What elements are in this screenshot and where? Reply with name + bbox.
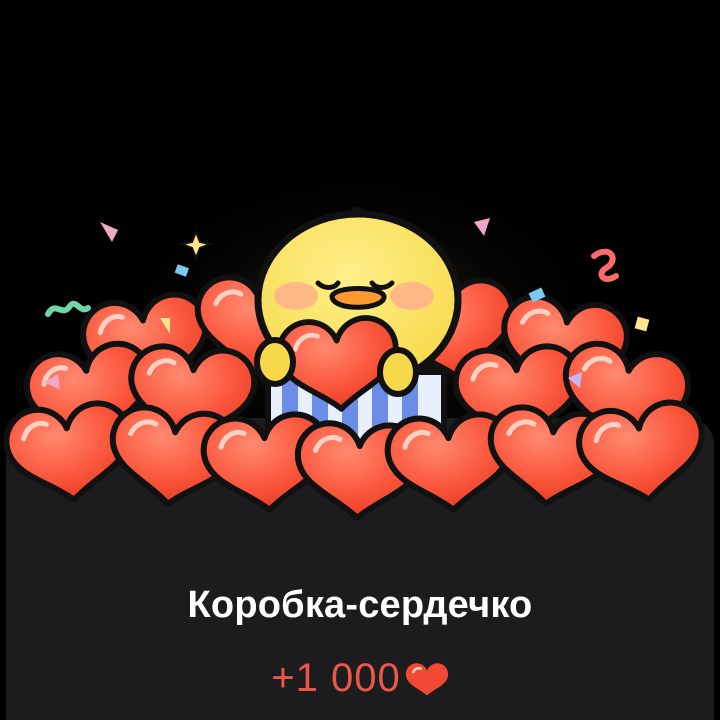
heart-front-7 (575, 398, 710, 508)
gift-price-row: +1 000 (0, 656, 720, 701)
gift-price: +1 000 (271, 656, 401, 700)
duck-left-paw (254, 337, 296, 387)
gift-sticker-duck-hearts[interactable] (0, 0, 720, 560)
gift-title: Коробка-сердечко (187, 584, 533, 626)
heart-icon (405, 662, 448, 695)
duck-right-paw (377, 347, 419, 397)
gift-screen: Коробка-сердечко +1 000 (0, 0, 720, 720)
